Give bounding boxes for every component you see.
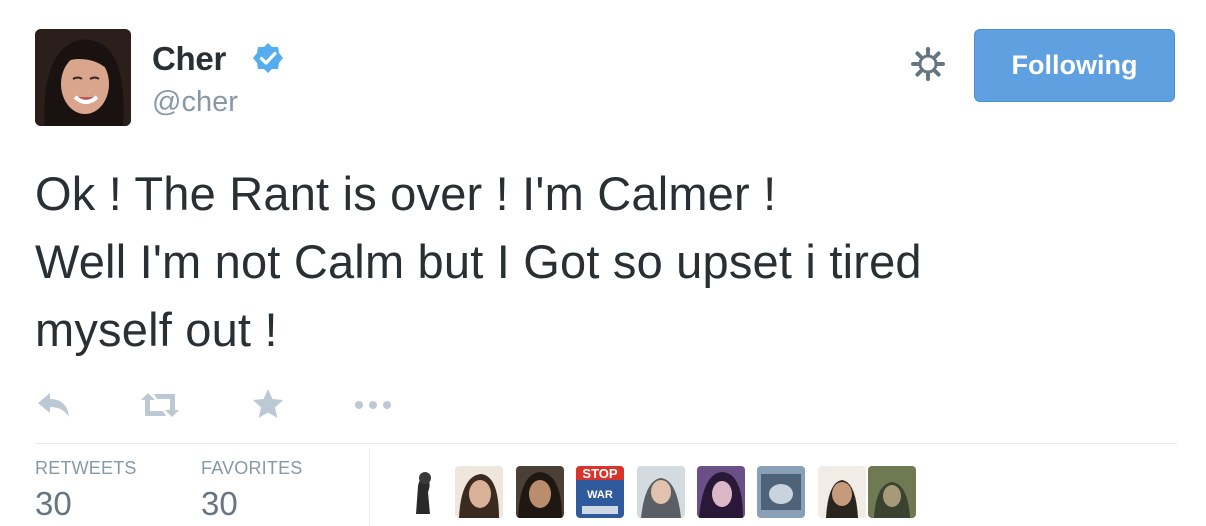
star-icon[interactable] — [251, 387, 285, 421]
verified-badge-icon — [253, 43, 283, 73]
retweets-stat[interactable]: RETWEETS 30 — [35, 458, 137, 523]
tweet-text-line: myself out ! — [35, 303, 278, 356]
more-dots-icon[interactable] — [353, 399, 393, 411]
favoriter-avatar[interactable] — [697, 466, 745, 518]
favorites-label: FAVORITES — [201, 458, 303, 478]
divider — [35, 443, 1177, 444]
stop-war-top: STOP — [582, 466, 617, 481]
favorites-count: 30 — [201, 485, 238, 522]
tweet-card: Cher @cher Following Ok ! The Rant is ov… — [0, 0, 1206, 526]
stop-war-bottom: WAR — [587, 489, 613, 501]
favorites-stat[interactable]: FAVORITES 30 — [201, 458, 303, 523]
reply-icon[interactable] — [35, 389, 73, 421]
tweet-text-line: Ok ! The Rant is over ! I'm Calmer ! — [35, 167, 777, 220]
avatar-image — [35, 29, 131, 126]
favoriter-avatar[interactable] — [516, 466, 564, 518]
favoriter-avatar[interactable] — [408, 466, 438, 518]
favoriter-avatar[interactable] — [868, 466, 916, 518]
stats-separator — [369, 448, 370, 526]
retweets-label: RETWEETS — [35, 458, 137, 478]
tweet-text-line: Well I'm not Calm but I Got so upset i t… — [35, 235, 922, 288]
user-handle[interactable]: @cher — [152, 86, 238, 119]
tweet-text: Ok ! The Rant is over ! I'm Calmer ! Wel… — [35, 160, 1185, 364]
favoriter-avatar[interactable] — [455, 466, 503, 518]
retweets-count: 30 — [35, 485, 72, 522]
avatar[interactable] — [35, 29, 131, 126]
retweet-icon[interactable] — [139, 391, 181, 419]
gear-icon[interactable] — [910, 46, 946, 82]
user-name[interactable]: Cher — [152, 40, 226, 78]
stop-war-avatar[interactable]: STOP WAR — [576, 466, 624, 518]
favoriter-avatar[interactable] — [818, 466, 866, 518]
favoriter-avatar[interactable] — [757, 466, 805, 518]
favoriter-avatar[interactable] — [637, 466, 685, 518]
following-button[interactable]: Following — [974, 29, 1175, 102]
